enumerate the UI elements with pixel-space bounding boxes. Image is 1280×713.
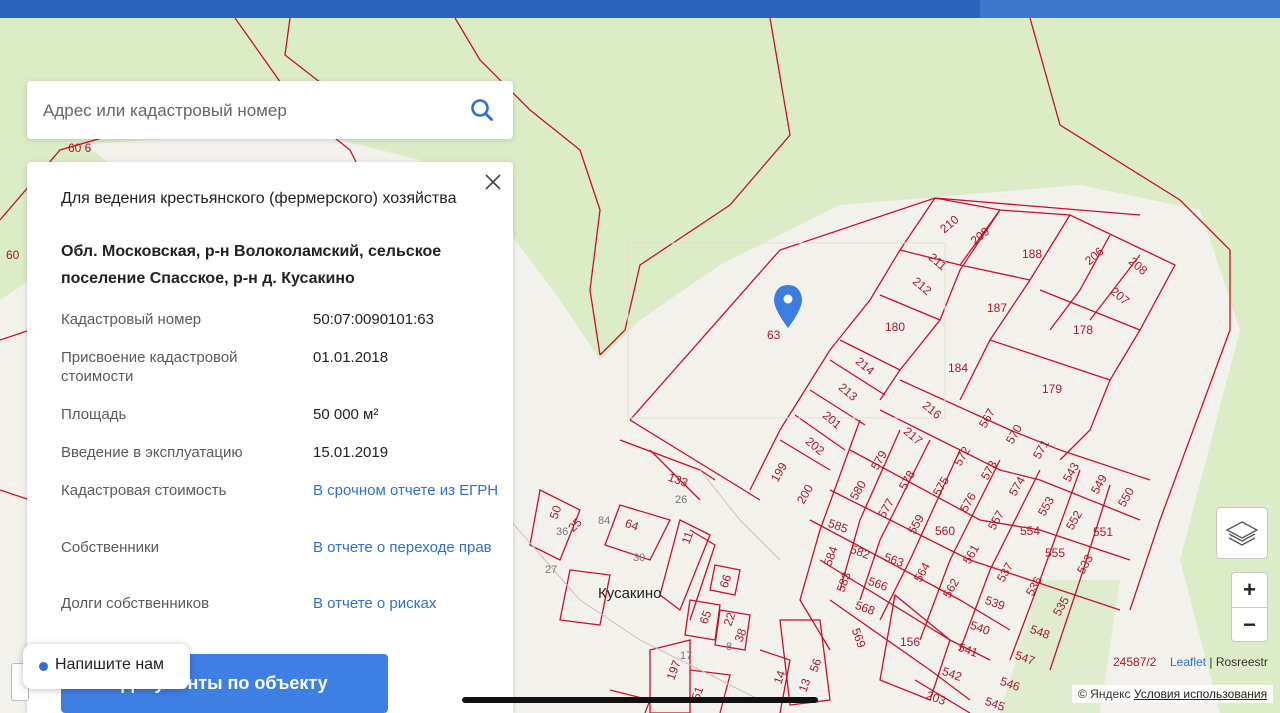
plot-label: 156 [900,635,920,649]
plot-label: 60 [6,248,20,262]
search-button[interactable] [469,97,495,123]
zoom-in-button[interactable]: + [1232,573,1267,607]
zoom-control: + − [1231,572,1268,642]
report-link-ownership[interactable]: В отчете о переходе прав [313,538,503,557]
house-number: 84 [598,515,610,527]
row-key: Площадь [61,406,127,423]
chat-label: Напишите нам [55,656,165,673]
report-link-egrn[interactable]: В срочном отчете из ЕГРН [313,481,503,500]
row-key: Присвоение кадастровой стоимости [61,349,238,385]
house-number: 30 [633,552,645,564]
row-value: 50:07:0090101:63 [313,311,434,328]
row-value: 01.01.2018 [313,349,389,366]
top-bar [0,0,1280,18]
layers-icon [1225,521,1259,546]
row-key: Собственники [61,539,159,556]
plot-label: 60 6 [68,141,92,155]
chat-button[interactable]: Напишите нам [23,644,190,689]
row-value: 50 000 м² [313,406,379,423]
house-number: 8 [726,641,732,653]
map-attribution: Leaflet | Rosreestr [1170,655,1268,669]
plot-label: 555 [1045,546,1065,560]
object-purpose: Для ведения крестьянского (фермерского) … [61,190,457,207]
leaflet-link[interactable]: Leaflet [1170,655,1206,669]
plot-label: 184 [948,361,968,375]
close-icon [485,174,501,190]
plot-label: 188 [1022,247,1042,261]
row-key: Кадастровый номер [61,311,202,328]
home-indicator [462,697,818,703]
plot-label: 178 [1073,323,1093,337]
rosreestr-label: | Rosreestr [1209,655,1268,669]
plot-label: 554 [1020,524,1040,538]
layers-button[interactable] [1216,507,1268,559]
house-number: 17 [680,650,692,662]
village-label: Кусакино [598,585,661,602]
row-key: Введение в эксплуатацию [61,444,243,461]
row-key: Долги собственников [61,595,210,612]
terms-link[interactable]: Условия использования [1134,687,1267,701]
close-button[interactable] [483,172,503,192]
object-info-card: Для ведения крестьянского (фермерского) … [27,162,513,713]
online-dot-icon [39,662,48,671]
plot-label: 187 [987,301,1007,315]
selected-plot-label: 63 [767,328,781,342]
plot-label: 560 [935,524,955,538]
yandex-attribution: © Яндекс Условия использования [1072,685,1274,703]
plot-label: 180 [885,320,905,334]
plot-label: 551 [1093,525,1113,539]
row-value: 15.01.2019 [313,444,389,461]
house-number: 36 [556,526,568,538]
house-number: 27 [545,564,557,576]
row-key: Кадастровая стоимость [61,482,227,499]
house-number: 26 [675,494,687,506]
top-bar-right [980,0,1280,18]
map-scale: 24587/2 [1113,655,1157,669]
report-link-risks[interactable]: В отчете о рисках [313,594,503,613]
search-icon [471,99,493,121]
search-input[interactable] [41,95,445,127]
object-address: Обл. Московская, р-н Волоколамский, сель… [61,243,442,287]
zoom-out-button[interactable]: − [1232,608,1267,642]
copyright-label: © Яндекс [1078,687,1131,701]
search-bar [27,81,513,139]
plot-label: 179 [1042,382,1062,396]
